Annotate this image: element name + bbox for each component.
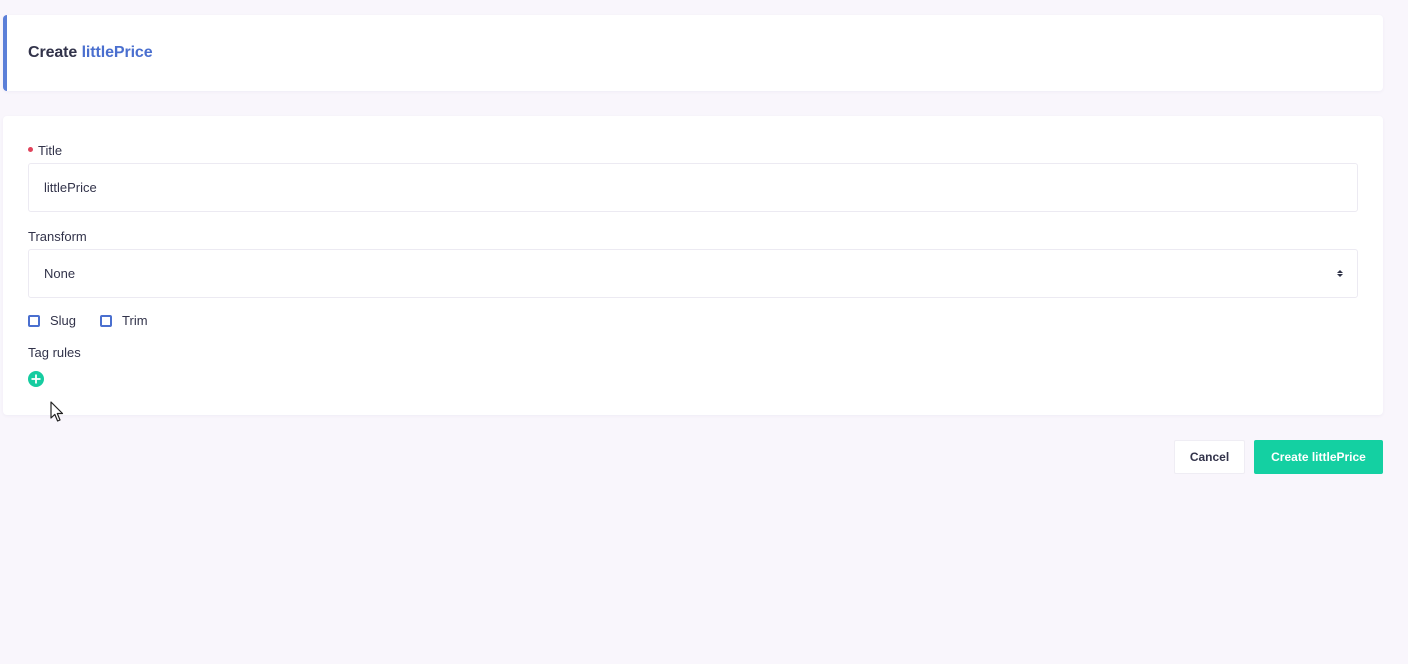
page-title-prefix: Create [28,44,78,61]
mouse-cursor-icon [50,401,64,422]
select-arrows-icon [1337,270,1343,277]
options-checkboxes: Slug Trim [28,313,148,328]
title-label-text: Title [38,143,63,158]
slug-checkbox[interactable]: Slug [28,313,76,328]
trim-checkbox-label: Trim [122,313,148,328]
page: Create littlePrice Title Transform None … [0,0,1408,664]
plus-circle-icon [31,374,41,384]
tag-rules-label: Tag rules [28,345,81,360]
slug-checkbox-box[interactable] [28,314,40,327]
transform-select[interactable]: None [28,249,1358,298]
trim-checkbox-box[interactable] [100,314,113,327]
add-tag-rule-button[interactable] [28,371,44,387]
page-title-entity: littlePrice [81,44,153,61]
transform-selected-value: None [44,266,76,281]
form-card: Title Transform None Slug Trim Tag rules [3,116,1383,415]
create-button[interactable]: Create littlePrice [1254,440,1383,474]
title-input[interactable] [28,163,1358,212]
slug-checkbox-label: Slug [50,313,77,328]
page-header: Create littlePrice [3,15,1383,91]
cancel-button[interactable]: Cancel [1174,440,1245,474]
trim-checkbox[interactable]: Trim [100,313,148,328]
title-field-label: Title [28,143,62,158]
page-title: Create littlePrice [28,44,153,62]
transform-field-label: Transform [28,229,87,244]
required-indicator [28,147,33,153]
